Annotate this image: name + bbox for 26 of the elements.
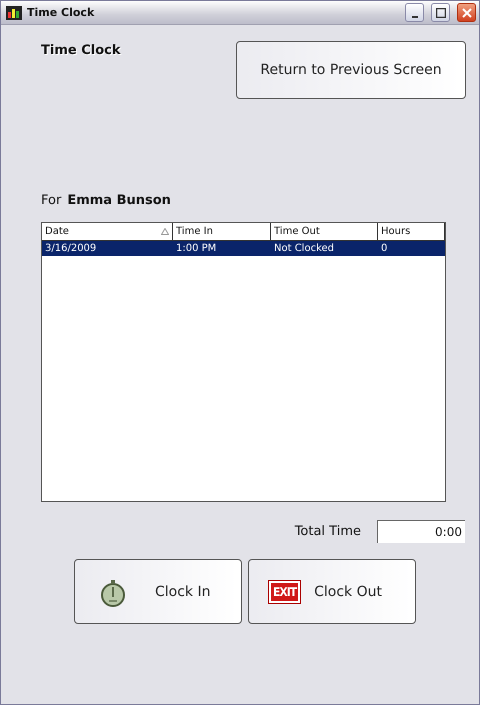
- table-cell-text: Not Clocked: [273, 243, 336, 254]
- window-title: Time Clock: [27, 6, 96, 19]
- column-header[interactable]: Time Out: [271, 223, 378, 241]
- return-button[interactable]: Return to Previous Screen: [236, 41, 466, 99]
- table-row[interactable]: 3/16/2009 1:00 PM Not Clocked 0: [42, 241, 445, 256]
- maximize-button[interactable]: [431, 3, 450, 22]
- clock-out-button[interactable]: EXIT Clock Out: [248, 559, 416, 624]
- for-label: For: [41, 193, 62, 208]
- table-cell-text: 3/16/2009: [44, 243, 98, 254]
- close-button[interactable]: [457, 3, 476, 22]
- page-heading: Time Clock: [41, 43, 120, 58]
- close-icon: [462, 8, 472, 18]
- column-header[interactable]: Date: [42, 223, 173, 241]
- column-header[interactable]: Time In: [173, 223, 271, 241]
- minimize-icon: [412, 16, 418, 18]
- app-icon: [6, 6, 22, 20]
- maximize-icon: [436, 8, 446, 18]
- table-cell-text: 1:00 PM: [175, 243, 218, 254]
- minimize-button[interactable]: [405, 3, 424, 22]
- table-cell-text: 0: [380, 243, 388, 254]
- employee-name: Emma Bunson: [67, 193, 171, 208]
- total-time-field: 0:00: [377, 520, 465, 543]
- column-header[interactable]: Hours: [378, 223, 445, 241]
- exit-sign-icon: EXIT: [269, 580, 300, 602]
- clock-in-button[interactable]: Clock In: [74, 559, 242, 624]
- total-time-label: Total Time: [294, 524, 361, 539]
